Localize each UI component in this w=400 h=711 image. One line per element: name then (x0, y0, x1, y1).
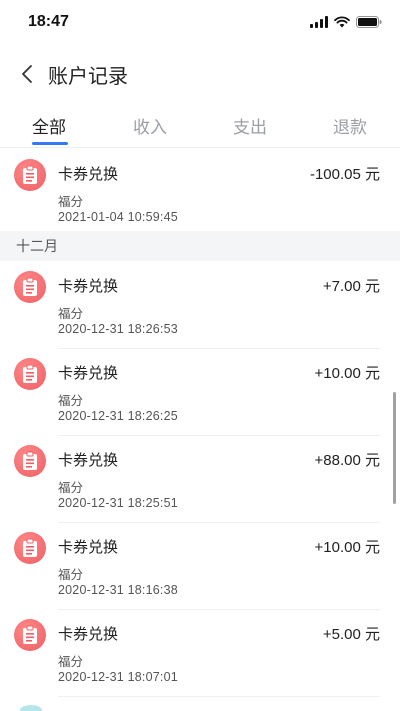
record-title: 卡券兑换 (58, 625, 119, 643)
row-divider (58, 348, 380, 349)
row-divider (58, 435, 380, 436)
clipboard-icon (14, 159, 46, 191)
record-row[interactable]: 卡券兑换 +88.00 元 福分 2020-12-31 18:25:51 (0, 437, 400, 523)
status-bar: 18:47 (0, 0, 400, 46)
clipboard-icon (14, 445, 46, 477)
active-tab-indicator (32, 142, 68, 145)
record-subtitle: 福分 (58, 567, 84, 582)
record-time: 2020-12-31 18:25:51 (58, 496, 178, 510)
month-label: 十二月 (16, 239, 58, 255)
nav-bar: 账户记录 (0, 52, 400, 96)
record-row[interactable]: 卡券兑换 +10.00 元 福分 2020-12-31 18:16:38 (0, 524, 400, 610)
record-subtitle: 福分 (58, 194, 84, 209)
tab-all[interactable]: 全部 (32, 113, 66, 138)
record-amount: +5.00 元 (322, 626, 380, 643)
page-title: 账户记录 (48, 64, 128, 88)
tab-income[interactable]: 收入 (133, 113, 167, 138)
record-time: 2020-12-31 18:26:25 (58, 409, 178, 423)
record-row[interactable]: 卡券兑换 +5.00 元 福分 2020-12-31 18:07:01 (0, 611, 400, 697)
record-time: 2020-12-31 18:16:38 (58, 583, 178, 597)
row-divider (58, 522, 380, 523)
next-record-icon-peek (20, 705, 42, 711)
record-time: 2021-01-04 10:59:45 (58, 210, 178, 224)
chevron-left-icon (22, 65, 32, 83)
record-amount: +7.00 元 (322, 278, 380, 295)
record-amount: +10.00 元 (314, 539, 380, 556)
clipboard-icon (14, 532, 46, 564)
record-time: 2020-12-31 18:07:01 (58, 670, 178, 684)
record-title: 卡券兑换 (58, 165, 119, 183)
status-time: 18:47 (28, 13, 69, 30)
record-subtitle: 福分 (58, 654, 84, 669)
back-button[interactable] (16, 62, 40, 86)
record-list: 卡券兑换 -100.05 元 福分 2021-01-04 10:59:45 十二… (0, 149, 400, 711)
tab-refund[interactable]: 退款 (333, 113, 367, 138)
record-title: 卡券兑换 (58, 451, 119, 469)
clipboard-icon (14, 619, 46, 651)
month-section-header: 十二月 (0, 231, 400, 261)
row-divider (58, 609, 380, 610)
record-row[interactable]: 卡券兑换 +10.00 元 福分 2020-12-31 18:26:25 (0, 350, 400, 436)
clipboard-icon (14, 358, 46, 390)
scrollbar[interactable] (393, 392, 396, 504)
clipboard-icon (14, 271, 46, 303)
battery-icon (356, 16, 382, 28)
record-title: 卡券兑换 (58, 538, 119, 556)
row-divider (58, 696, 380, 697)
record-title: 卡券兑换 (58, 277, 119, 295)
tab-bar: 全部 收入 支出 退款 (0, 108, 400, 148)
record-amount: +88.00 元 (314, 452, 380, 469)
record-subtitle: 福分 (58, 480, 84, 495)
record-amount: +10.00 元 (314, 365, 380, 382)
record-title: 卡券兑换 (58, 364, 119, 382)
tab-expense[interactable]: 支出 (233, 113, 267, 138)
status-icons (310, 15, 382, 29)
cellular-signal-icon (310, 16, 328, 28)
record-row[interactable]: 卡券兑换 -100.05 元 福分 2021-01-04 10:59:45 (0, 151, 400, 237)
record-subtitle: 福分 (58, 306, 84, 321)
record-subtitle: 福分 (58, 393, 84, 408)
record-amount: -100.05 元 (309, 166, 380, 183)
record-time: 2020-12-31 18:26:53 (58, 322, 178, 336)
record-row[interactable]: 卡券兑换 +7.00 元 福分 2020-12-31 18:26:53 (0, 263, 400, 349)
wifi-icon (334, 16, 350, 28)
